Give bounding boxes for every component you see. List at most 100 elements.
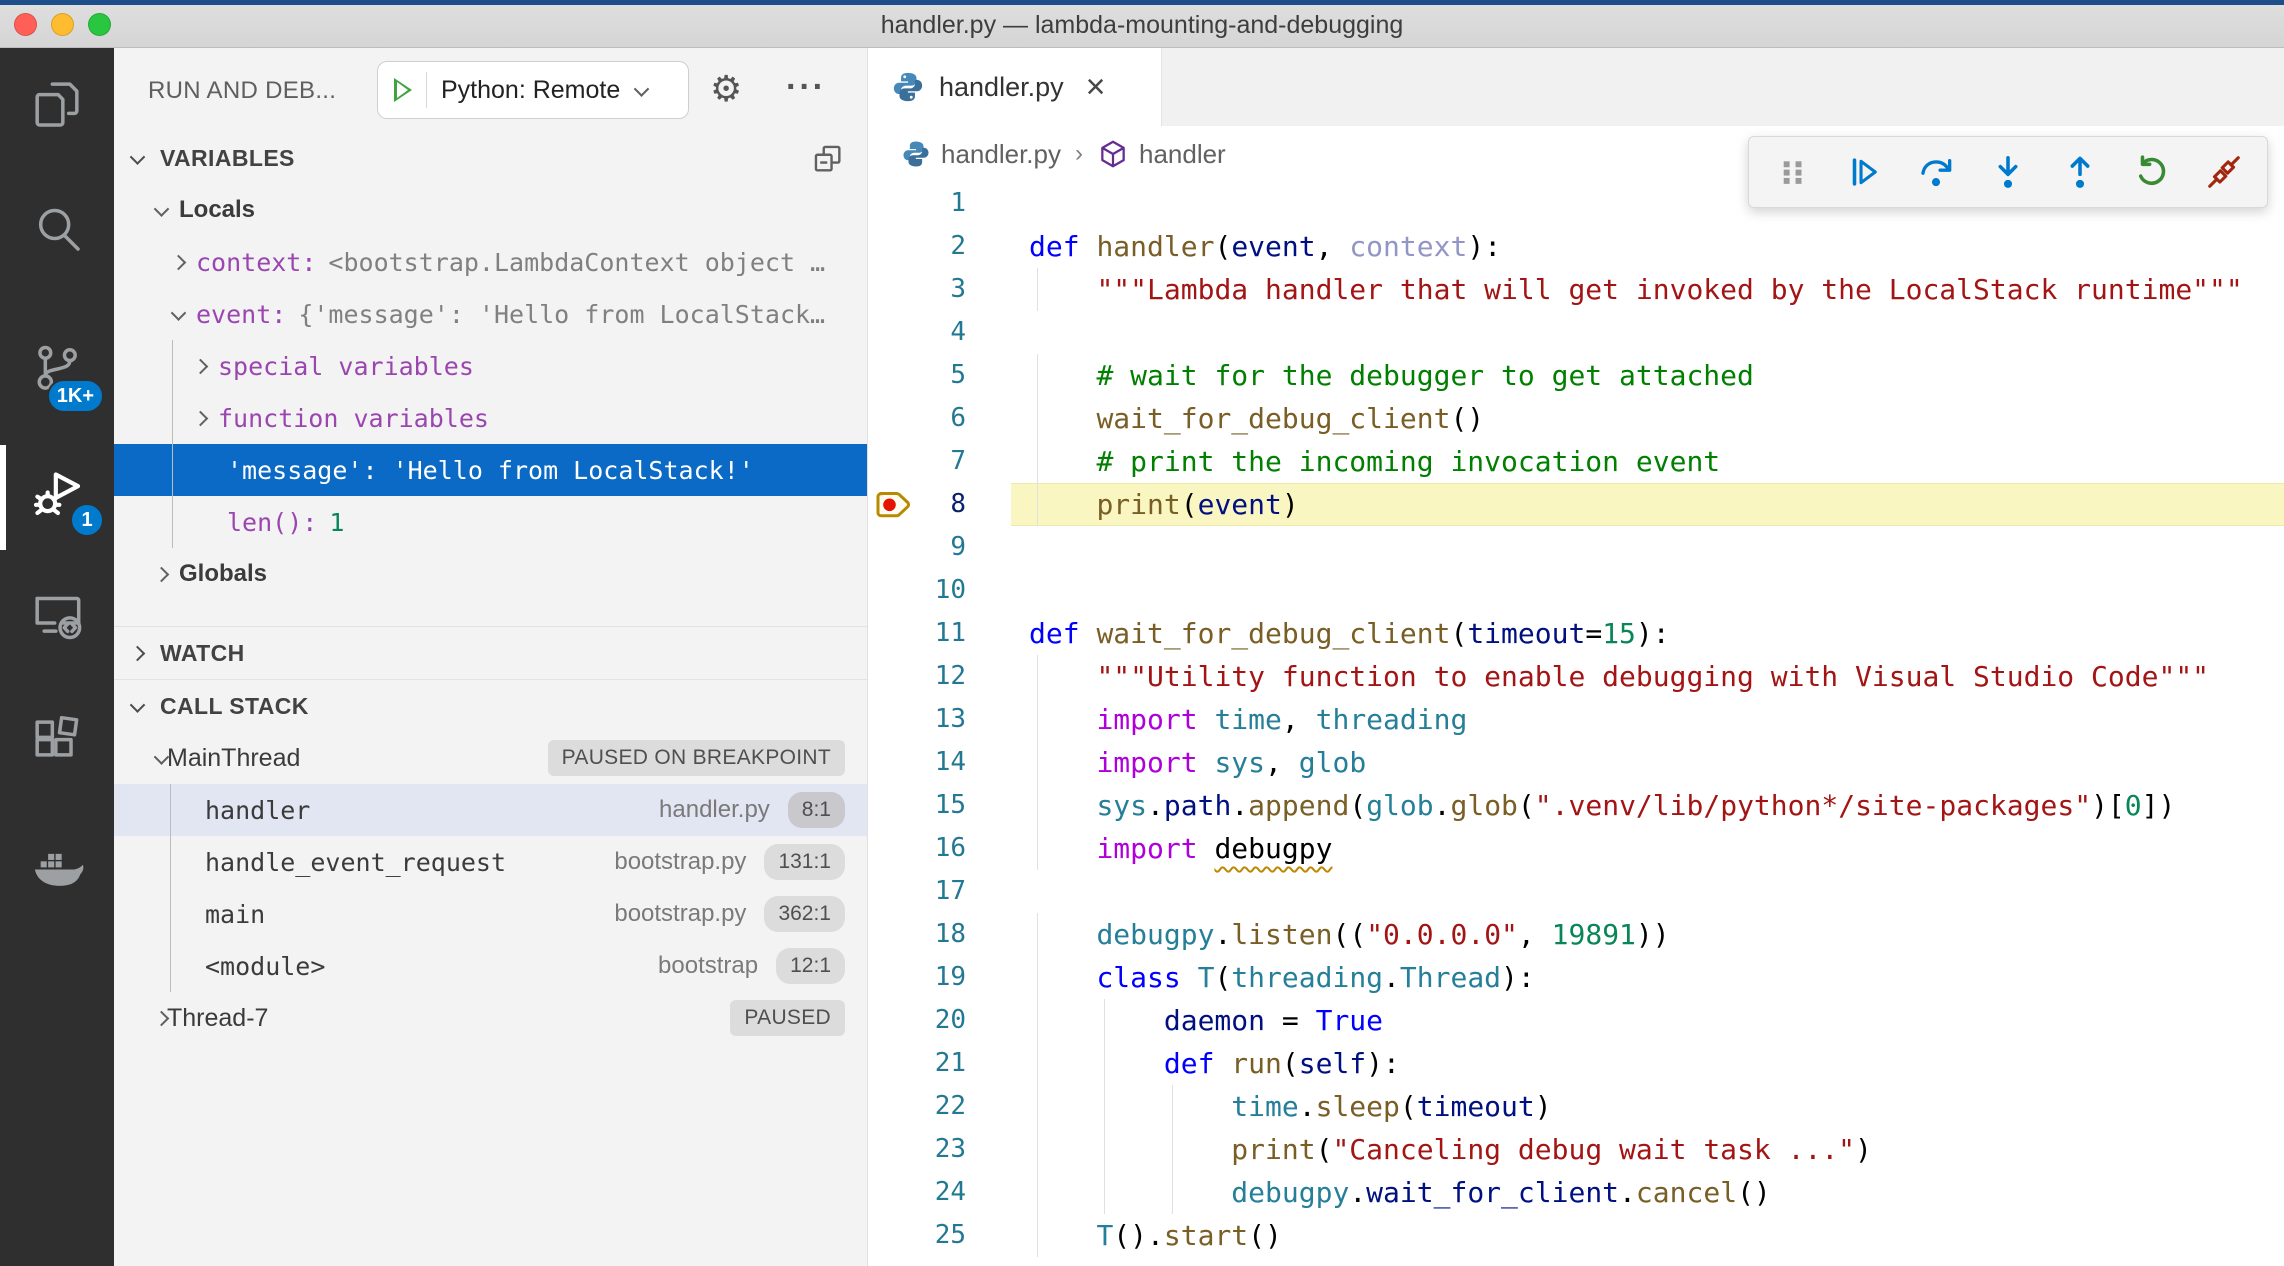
code-line[interactable]: 24 debugpy.wait_for_client.cancel() bbox=[869, 1171, 2284, 1214]
code-line[interactable]: 19 class T(threading.Thread): bbox=[869, 956, 2284, 999]
gear-icon[interactable]: ⚙ bbox=[710, 48, 742, 132]
breakpoint-current-statement-icon[interactable] bbox=[875, 487, 915, 523]
line-number[interactable]: 13 bbox=[869, 698, 966, 741]
code-line[interactable]: 3 """Lambda handler that will get invoke… bbox=[869, 268, 2284, 311]
line-number[interactable]: 3 bbox=[869, 268, 966, 311]
line-number[interactable]: 4 bbox=[869, 311, 966, 354]
code-line[interactable]: 7 # print the incoming invocation event bbox=[869, 440, 2284, 483]
line-number[interactable]: 25 bbox=[869, 1214, 966, 1257]
code-line[interactable]: 4 bbox=[869, 311, 2284, 354]
variable-row[interactable]: Globals bbox=[114, 548, 867, 600]
call-stack-frame-row[interactable]: handlerhandler.py8:1 bbox=[114, 784, 867, 836]
zoom-window-button[interactable] bbox=[88, 13, 111, 36]
close-window-button[interactable] bbox=[14, 13, 37, 36]
toolbar-drag-grip[interactable] bbox=[1773, 153, 1811, 191]
launch-config-dropdown[interactable]: Python: Remote bbox=[377, 61, 689, 119]
line-number[interactable]: 11 bbox=[869, 612, 966, 655]
line-number[interactable]: 19 bbox=[869, 956, 966, 999]
sidebar-item-explorer[interactable] bbox=[0, 47, 114, 161]
code-line[interactable]: 12 """Utility function to enable debuggi… bbox=[869, 655, 2284, 698]
line-number[interactable]: 5 bbox=[869, 354, 966, 397]
code-line[interactable]: 10 bbox=[869, 569, 2284, 612]
step-over-icon[interactable] bbox=[1917, 153, 1955, 191]
line-number[interactable]: 10 bbox=[869, 569, 966, 612]
continue-icon[interactable] bbox=[1845, 153, 1883, 191]
line-number[interactable]: 20 bbox=[869, 999, 966, 1042]
sidebar-item-source-control[interactable]: 1K+ bbox=[0, 311, 114, 425]
code-line[interactable]: 23 print("Canceling debug wait task ..."… bbox=[869, 1128, 2284, 1171]
call-stack-thread-row[interactable]: MainThreadPAUSED ON BREAKPOINT bbox=[114, 732, 867, 784]
variable-row[interactable]: context:<bootstrap.LambdaContext object … bbox=[114, 236, 867, 288]
tab-handler-py[interactable]: handler.py × bbox=[869, 48, 1162, 126]
code-line[interactable]: 16 import debugpy bbox=[869, 827, 2284, 870]
variables-section-header[interactable]: VARIABLES bbox=[114, 132, 867, 184]
disconnect-icon[interactable] bbox=[2205, 153, 2243, 191]
chevron-down-icon[interactable] bbox=[154, 201, 170, 217]
line-number[interactable]: 24 bbox=[869, 1171, 966, 1214]
line-number[interactable]: 18 bbox=[869, 913, 966, 956]
code-line[interactable]: 13 import time, threading bbox=[869, 698, 2284, 741]
line-number[interactable]: 7 bbox=[869, 440, 966, 483]
start-debugging-icon[interactable] bbox=[394, 78, 412, 102]
line-number[interactable]: 2 bbox=[869, 225, 966, 268]
line-number[interactable]: 22 bbox=[869, 1085, 966, 1128]
code-line[interactable]: 2def handler(event, context): bbox=[869, 225, 2284, 268]
call-stack-frame-row[interactable]: mainbootstrap.py362:1 bbox=[114, 888, 867, 940]
watch-section-header[interactable]: WATCH bbox=[114, 627, 867, 679]
call-stack-thread-row[interactable]: Thread-7PAUSED bbox=[114, 992, 867, 1044]
minimize-window-button[interactable] bbox=[51, 13, 74, 36]
code-editor[interactable]: 12def handler(event, context):3 """Lambd… bbox=[869, 182, 2284, 1257]
code-line[interactable]: 20 daemon = True bbox=[869, 999, 2284, 1042]
breadcrumb-file[interactable]: handler.py bbox=[901, 139, 1061, 170]
code-line[interactable]: 11def wait_for_debug_client(timeout=15): bbox=[869, 612, 2284, 655]
variable-row[interactable]: 'message': 'Hello from LocalStack!' bbox=[114, 444, 867, 496]
line-number[interactable]: 1 bbox=[869, 182, 966, 225]
restart-icon[interactable] bbox=[2133, 153, 2171, 191]
chevron-right-icon[interactable] bbox=[154, 566, 170, 582]
collapse-all-icon[interactable] bbox=[811, 142, 845, 176]
variable-row[interactable]: len():1 bbox=[114, 496, 867, 548]
call-stack-frame-row[interactable]: handle_event_requestbootstrap.py131:1 bbox=[114, 836, 867, 888]
sidebar-item-remote-explorer[interactable] bbox=[0, 559, 114, 673]
more-actions-icon[interactable]: ··· bbox=[786, 48, 826, 132]
variable-row[interactable]: function variables bbox=[114, 392, 867, 444]
line-number[interactable]: 21 bbox=[869, 1042, 966, 1085]
code-line[interactable]: 9 bbox=[869, 526, 2284, 569]
code-line[interactable]: 21 def run(self): bbox=[869, 1042, 2284, 1085]
code-line[interactable]: 5 # wait for the debugger to get attache… bbox=[869, 354, 2284, 397]
code-line[interactable]: 25 T().start() bbox=[869, 1214, 2284, 1257]
variable-row[interactable]: special variables bbox=[114, 340, 867, 392]
code-line[interactable]: 6 wait_for_debug_client() bbox=[869, 397, 2284, 440]
step-out-icon[interactable] bbox=[2061, 153, 2099, 191]
line-number[interactable]: 9 bbox=[869, 526, 966, 569]
step-into-icon[interactable] bbox=[1989, 153, 2027, 191]
variable-row[interactable]: Locals bbox=[114, 184, 867, 236]
chevron-right-icon[interactable] bbox=[171, 254, 187, 270]
line-number[interactable]: 14 bbox=[869, 741, 966, 784]
line-number[interactable]: 23 bbox=[869, 1128, 966, 1171]
chevron-right-icon[interactable] bbox=[193, 410, 209, 426]
sidebar-item-run-and-debug[interactable]: 1 bbox=[0, 435, 114, 549]
code-line[interactable]: 15 sys.path.append(glob.glob(".venv/lib/… bbox=[869, 784, 2284, 827]
line-number[interactable]: 17 bbox=[869, 870, 966, 913]
line-number[interactable]: 15 bbox=[869, 784, 966, 827]
close-tab-icon[interactable]: × bbox=[1086, 70, 1106, 104]
code-line[interactable]: 22 time.sleep(timeout) bbox=[869, 1085, 2284, 1128]
chevron-right-icon[interactable] bbox=[193, 358, 209, 374]
breadcrumb-symbol[interactable]: handler bbox=[1097, 138, 1226, 170]
code-line[interactable]: 8 print(event) bbox=[869, 483, 2284, 526]
sidebar-item-search[interactable] bbox=[0, 171, 114, 285]
call-stack-section-header[interactable]: CALL STACK bbox=[114, 680, 867, 732]
line-number[interactable]: 12 bbox=[869, 655, 966, 698]
variable-row[interactable]: event:{'message': 'Hello from LocalStack… bbox=[114, 288, 867, 340]
call-stack-frame-row[interactable]: <module>bootstrap12:1 bbox=[114, 940, 867, 992]
code-line[interactable]: 17 bbox=[869, 870, 2284, 913]
chevron-down-icon[interactable] bbox=[171, 305, 187, 321]
code-line[interactable]: 18 debugpy.listen(("0.0.0.0", 19891)) bbox=[869, 913, 2284, 956]
sidebar-item-docker[interactable] bbox=[0, 809, 114, 923]
line-number[interactable]: 6 bbox=[869, 397, 966, 440]
code-line[interactable]: 14 import sys, glob bbox=[869, 741, 2284, 784]
variables-title: VARIABLES bbox=[160, 145, 295, 172]
sidebar-item-extensions[interactable] bbox=[0, 685, 114, 799]
line-number[interactable]: 16 bbox=[869, 827, 966, 870]
